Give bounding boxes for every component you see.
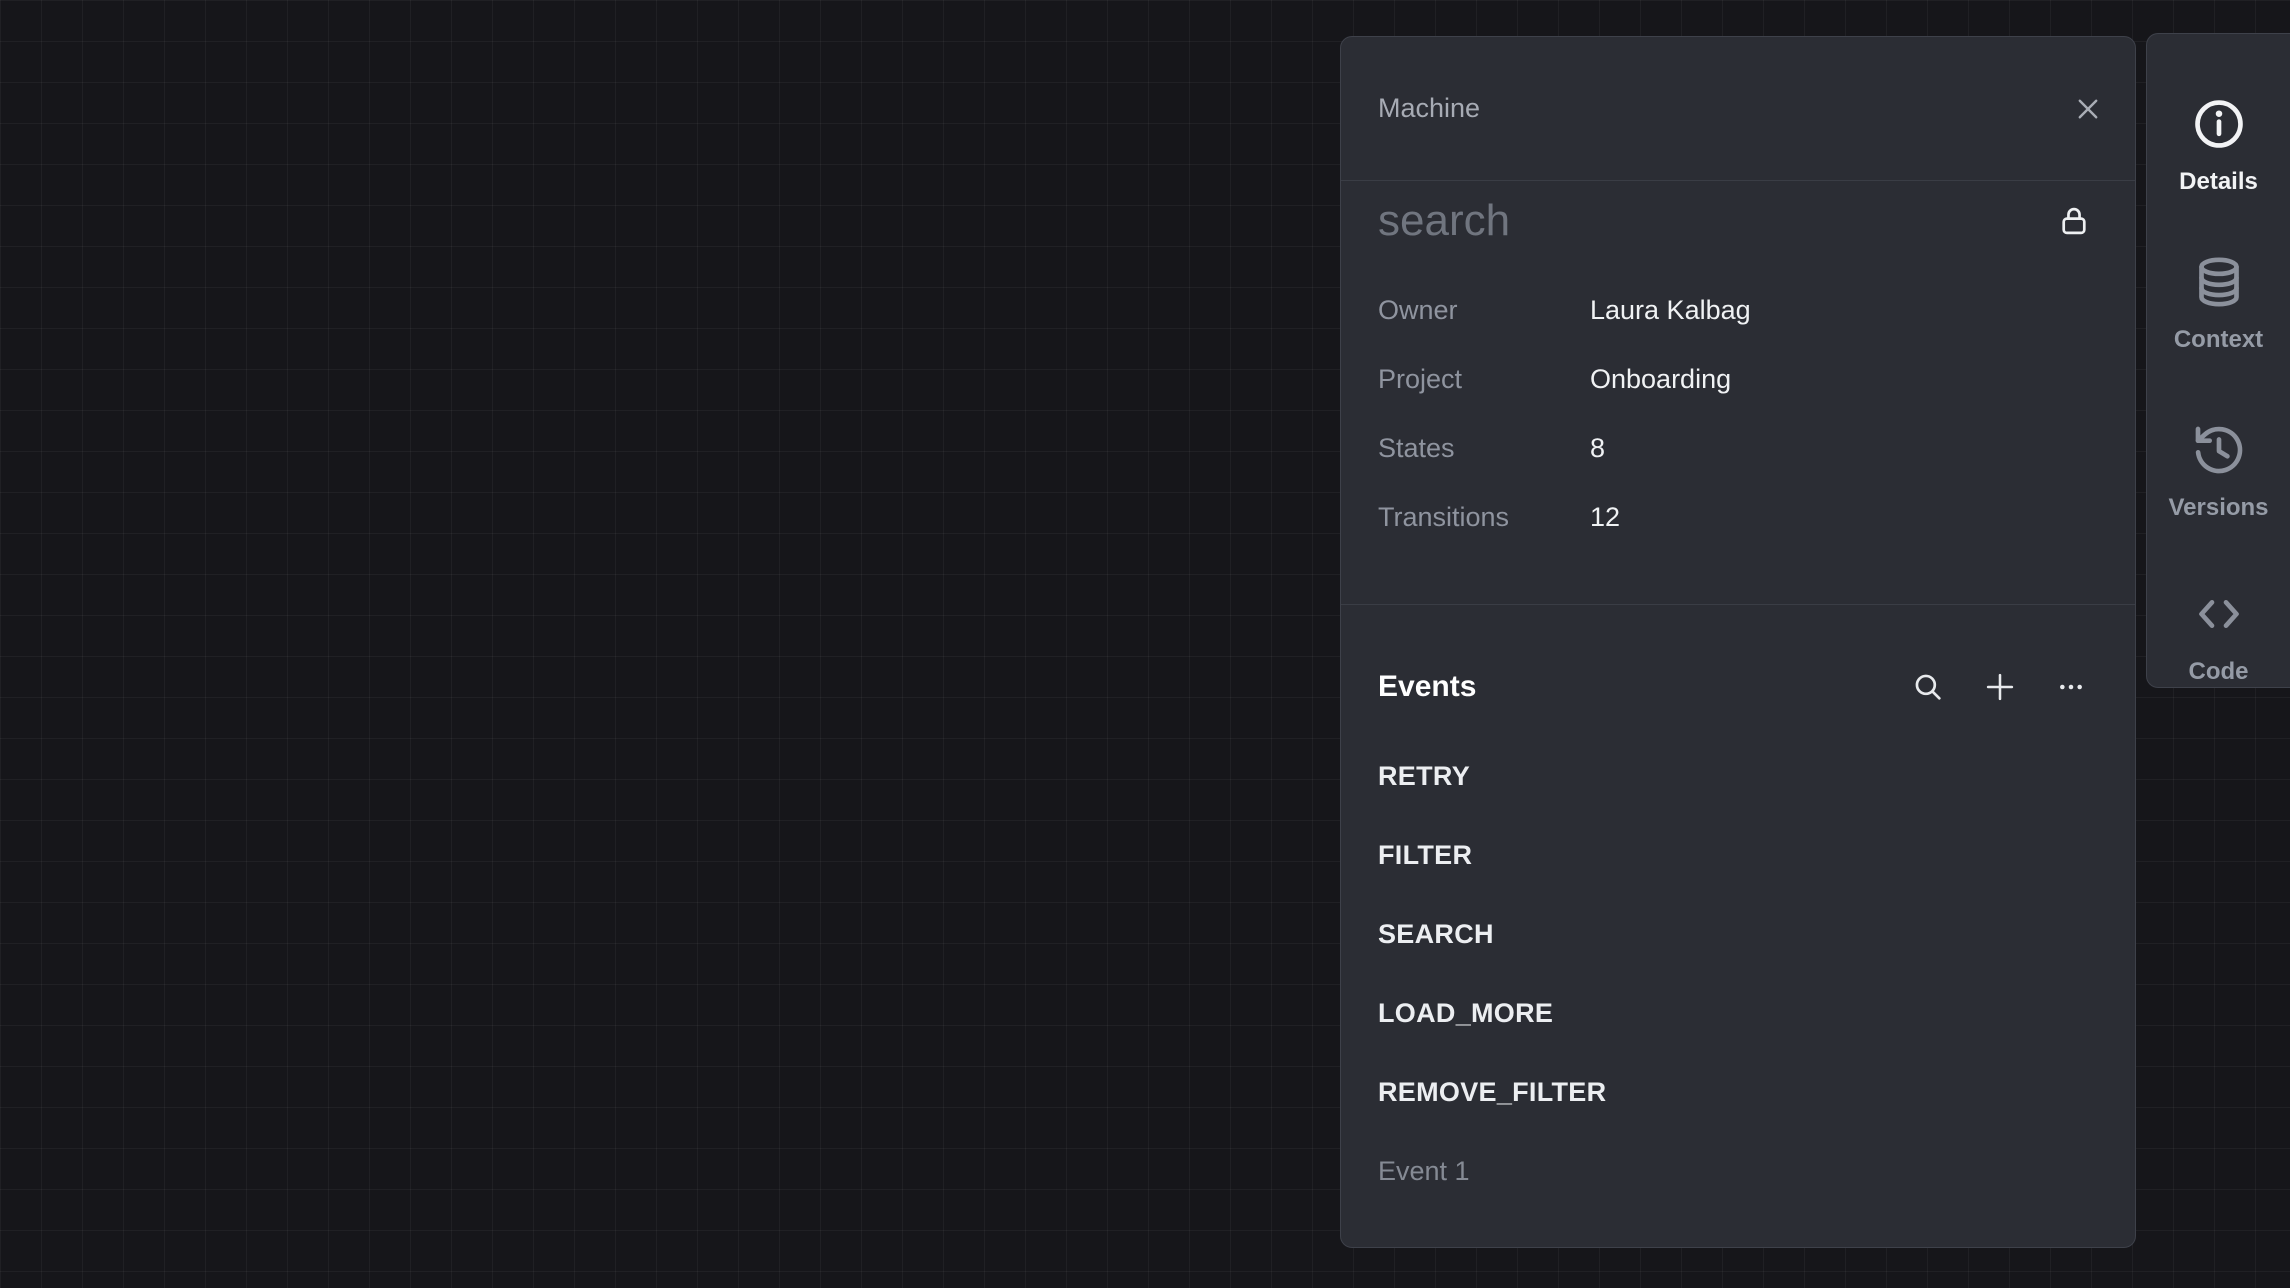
meta-label: Owner <box>1378 293 1590 327</box>
sidebar-item-label: Context <box>2174 326 2263 354</box>
event-item[interactable]: Event 1 <box>1378 1154 2098 1188</box>
event-item[interactable]: REMOVE_FILTER <box>1378 1075 2098 1109</box>
machine-meta: Owner Laura Kalbag Project Onboarding St… <box>1341 247 2135 534</box>
add-event-button[interactable] <box>1981 668 2019 706</box>
meta-row-states: States 8 <box>1378 431 2098 465</box>
sidebar-item-label: Code <box>2189 658 2249 686</box>
right-sidebar: Details Context Versions <box>2146 33 2290 688</box>
event-item[interactable]: RETRY <box>1378 759 2098 793</box>
sidebar-item-label: Versions <box>2168 494 2268 522</box>
sidebar-item-context[interactable]: Context <box>2147 254 2290 354</box>
database-icon <box>2191 254 2247 310</box>
plus-icon <box>1981 668 2019 706</box>
event-item[interactable]: SEARCH <box>1378 917 2098 951</box>
meta-label: Transitions <box>1378 500 1590 534</box>
ellipsis-icon <box>2055 671 2087 703</box>
lock-icon <box>2055 202 2093 240</box>
meta-row-transitions: Transitions 12 <box>1378 500 2098 534</box>
meta-row-project: Project Onboarding <box>1378 362 2098 396</box>
event-item[interactable]: LOAD_MORE <box>1378 996 2098 1030</box>
section-divider <box>1341 604 2135 605</box>
history-icon <box>2191 422 2247 478</box>
panel-header: Machine <box>1341 37 2135 181</box>
events-menu-button[interactable] <box>2055 671 2087 703</box>
meta-label: States <box>1378 431 1590 465</box>
meta-value: Onboarding <box>1590 362 1731 396</box>
event-item[interactable]: FILTER <box>1378 838 2098 872</box>
meta-value: Laura Kalbag <box>1590 293 1751 327</box>
search-events-button[interactable] <box>1911 670 1945 704</box>
code-icon <box>2191 586 2247 642</box>
machine-name-row: search <box>1341 181 2135 247</box>
meta-label: Project <box>1378 362 1590 396</box>
meta-value: 12 <box>1590 500 1620 534</box>
sidebar-item-versions[interactable]: Versions <box>2147 422 2290 522</box>
panel-title: Machine <box>1378 93 1480 124</box>
events-list: RETRY FILTER SEARCH LOAD_MORE REMOVE_FIL… <box>1341 706 2135 1188</box>
meta-row-owner: Owner Laura Kalbag <box>1378 293 2098 327</box>
machine-name[interactable]: search <box>1378 195 1510 247</box>
events-header: Events <box>1341 668 2135 706</box>
machine-panel: Machine search Owner Laura Kalbag <box>1340 36 2136 1248</box>
meta-value: 8 <box>1590 431 1605 465</box>
sidebar-item-details[interactable]: Details <box>2147 96 2290 196</box>
close-icon <box>2071 92 2105 126</box>
lock-button[interactable] <box>2055 202 2093 240</box>
info-icon <box>2191 96 2247 152</box>
sidebar-item-code[interactable]: Code <box>2147 586 2290 686</box>
sidebar-item-label: Details <box>2179 168 2258 196</box>
events-title: Events <box>1378 669 1476 705</box>
search-icon <box>1911 670 1945 704</box>
events-toolbar <box>1911 668 2087 706</box>
close-button[interactable] <box>2071 92 2105 126</box>
